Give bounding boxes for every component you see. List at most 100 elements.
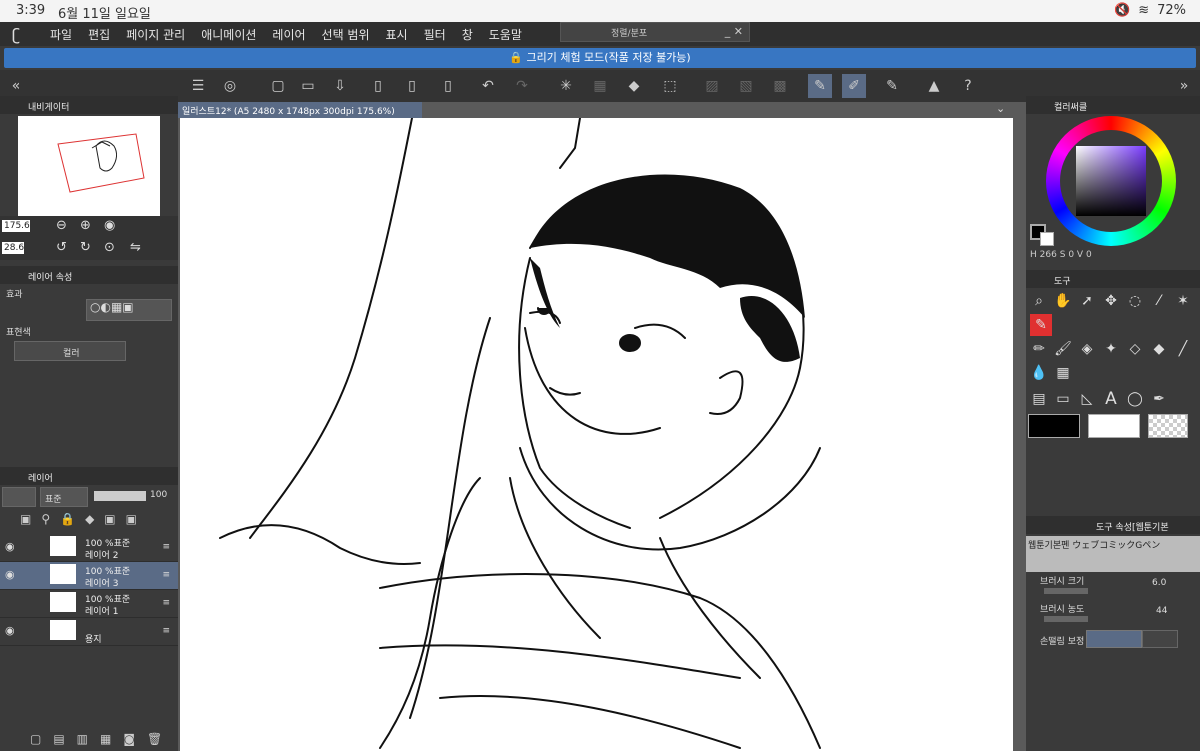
save-icon[interactable]: ⇩ xyxy=(328,74,352,98)
rotate-left-icon[interactable]: ↺ xyxy=(56,240,67,255)
auto-select-tool-icon[interactable]: ✶ xyxy=(1172,290,1194,312)
fill-tool-icon[interactable]: ◆ xyxy=(1148,338,1170,360)
transform-icon[interactable]: ⬚ xyxy=(658,74,682,98)
navigator-thumbnail[interactable] xyxy=(18,116,160,216)
open-file-icon[interactable]: ▭ xyxy=(296,74,320,98)
menu-item[interactable]: 레이어 xyxy=(272,26,305,43)
eraser-tool-icon[interactable]: ◇ xyxy=(1124,338,1146,360)
loading-icon[interactable]: ✳ xyxy=(554,74,578,98)
move-tool-icon[interactable]: ✥ xyxy=(1100,290,1122,312)
text-tool-icon[interactable]: A xyxy=(1100,388,1122,410)
menu-icon[interactable]: ☰ xyxy=(186,74,210,98)
grid-tool-icon[interactable]: ▦ xyxy=(1052,362,1074,384)
layer-row[interactable]: ◉ 용지 ≡ xyxy=(0,618,178,646)
collapse-right-icon[interactable]: » xyxy=(1172,74,1196,98)
document-tab[interactable]: 일러스트12* (A5 2480 x 1748px 300dpi 175.6%) xyxy=(178,102,422,118)
eye-icon[interactable]: ◉ xyxy=(5,540,15,553)
gradient-tool-icon[interactable]: ▤ xyxy=(1028,388,1050,410)
blend-tool-icon[interactable]: 💧 xyxy=(1028,362,1050,384)
layer-menu-icon[interactable]: ≡ xyxy=(162,542,170,552)
collapse-left-icon[interactable]: « xyxy=(4,74,28,98)
layer-row[interactable]: ◉ 100 %표준 레이어 2 ≡ xyxy=(0,534,178,562)
deselect-icon[interactable]: ▨ xyxy=(700,74,724,98)
lasso-tool-icon[interactable]: ◌ xyxy=(1124,290,1146,312)
rotate-reset-icon[interactable]: ⊙ xyxy=(104,240,115,255)
redo-icon[interactable]: ↷ xyxy=(510,74,534,98)
hand-tool-icon[interactable]: ✋ xyxy=(1052,290,1074,312)
color-mode-select[interactable]: 컬러 xyxy=(14,341,126,361)
ruler-icon[interactable]: ✎ xyxy=(880,74,904,98)
airbrush-tool-icon[interactable]: ◈ xyxy=(1076,338,1098,360)
line-tool-icon[interactable]: ╱ xyxy=(1172,338,1194,360)
correction-tool-icon[interactable]: ✒ xyxy=(1148,388,1170,410)
menu-item[interactable]: 도움말 xyxy=(489,26,522,43)
brush-preview[interactable]: 웹툰기본펜 ウェブコミックGペン xyxy=(1026,536,1200,572)
undo-icon[interactable]: ↶ xyxy=(476,74,500,98)
zoom-tool-icon[interactable]: ⌕ xyxy=(1028,290,1050,312)
export-png-icon[interactable]: ▯ xyxy=(400,74,424,98)
layer-bottom-tools[interactable]: ▢▤▥▦◙🗑 xyxy=(30,732,174,746)
menu-item[interactable]: 표시 xyxy=(386,26,408,43)
stabilizer-bar[interactable] xyxy=(1086,630,1142,648)
layer-menu-icon[interactable]: ≡ xyxy=(162,570,170,580)
select-invert-icon[interactable]: ▧ xyxy=(734,74,758,98)
eye-icon[interactable]: ◉ xyxy=(5,568,15,581)
layer-menu-icon[interactable]: ≡ xyxy=(162,598,170,608)
ruler-tool-icon[interactable]: ◺ xyxy=(1076,388,1098,410)
layer-row[interactable]: 100 %표준 레이어 1 ≡ xyxy=(0,590,178,618)
opacity-slider[interactable] xyxy=(94,491,146,501)
menu-item[interactable]: 파일 xyxy=(50,26,72,43)
learn-icon[interactable]: ▲ xyxy=(922,74,946,98)
help-icon[interactable]: ? xyxy=(956,74,980,98)
decoration-tool-icon[interactable]: ✦ xyxy=(1100,338,1122,360)
menu-item[interactable]: 페이지 관리 xyxy=(126,26,185,43)
eye-icon[interactable]: ◉ xyxy=(5,624,15,637)
brush-pressure-icon[interactable]: ✐ xyxy=(842,74,866,98)
layer-row[interactable]: ◉ 100 %표준 레이어 3 ≡ xyxy=(0,562,178,590)
chevron-down-icon[interactable]: ⌄ xyxy=(996,102,1005,115)
transparent-chip[interactable] xyxy=(1148,414,1188,438)
stabilizer-bar-empty[interactable] xyxy=(1142,630,1178,648)
sub-color-chip[interactable] xyxy=(1088,414,1140,438)
menu-item[interactable]: 필터 xyxy=(424,26,446,43)
zoom-reset-icon[interactable]: ◉ xyxy=(104,218,115,233)
pen-tool-icon[interactable]: ✎ xyxy=(1030,314,1052,336)
float-panel-controls[interactable]: _ ✕ xyxy=(725,25,743,38)
brush-size-slider[interactable] xyxy=(1044,588,1088,594)
drawing-canvas[interactable] xyxy=(180,118,1013,751)
zoom-in-icon[interactable]: ⊕ xyxy=(80,218,91,233)
layer-menu-icon[interactable]: ≡ xyxy=(162,626,170,636)
flip-icon[interactable]: ⇋ xyxy=(130,240,141,255)
blend-mode-select[interactable]: 표준 xyxy=(40,487,88,507)
rotate-field[interactable]: 28.6 xyxy=(2,242,24,254)
export-psd-icon[interactable]: ▯ xyxy=(436,74,460,98)
frame-tool-icon[interactable]: ▭ xyxy=(1052,388,1074,410)
zoom-out-icon[interactable]: ⊖ xyxy=(56,218,67,233)
effect-toggles[interactable]: ○◐▦▣ xyxy=(86,299,172,321)
rotate-right-icon[interactable]: ↻ xyxy=(80,240,91,255)
export-jpg-icon[interactable]: ▯ xyxy=(366,74,390,98)
menu-item[interactable]: 선택 범위 xyxy=(322,26,370,43)
app-logo-icon[interactable]: ʗ xyxy=(12,25,30,44)
balloon-tool-icon[interactable]: ◯ xyxy=(1124,388,1146,410)
brush-tool-icon[interactable]: 🖌 xyxy=(1052,338,1074,360)
object-tool-icon[interactable]: ➚ xyxy=(1076,290,1098,312)
brush-density-slider[interactable] xyxy=(1044,616,1088,622)
menu-item[interactable]: 편집 xyxy=(88,26,110,43)
clear-icon[interactable]: ▦ xyxy=(588,74,612,98)
zoom-field[interactable]: 175.6 xyxy=(2,220,30,232)
fill-icon[interactable]: ◆ xyxy=(622,74,646,98)
select-all-icon[interactable]: ▩ xyxy=(768,74,792,98)
sub-color-swatch[interactable] xyxy=(1040,232,1054,246)
color-hue-ring[interactable] xyxy=(1046,116,1176,246)
pen-pressure-icon[interactable]: ✎ xyxy=(808,74,832,98)
app-icon[interactable]: ◎ xyxy=(218,74,242,98)
menu-item[interactable]: 창 xyxy=(462,26,473,43)
new-file-icon[interactable]: ▢ xyxy=(266,74,290,98)
layer-color-swatch[interactable] xyxy=(2,487,36,507)
main-color-chip[interactable] xyxy=(1028,414,1080,438)
menu-item[interactable]: 애니메이션 xyxy=(201,26,256,43)
align-float-panel[interactable]: 정렬/분포 _ ✕ xyxy=(560,22,750,42)
layer-tools[interactable]: ▣⚲🔒◆▣▣ xyxy=(20,512,147,526)
pencil-tool-icon[interactable]: ✏ xyxy=(1028,338,1050,360)
